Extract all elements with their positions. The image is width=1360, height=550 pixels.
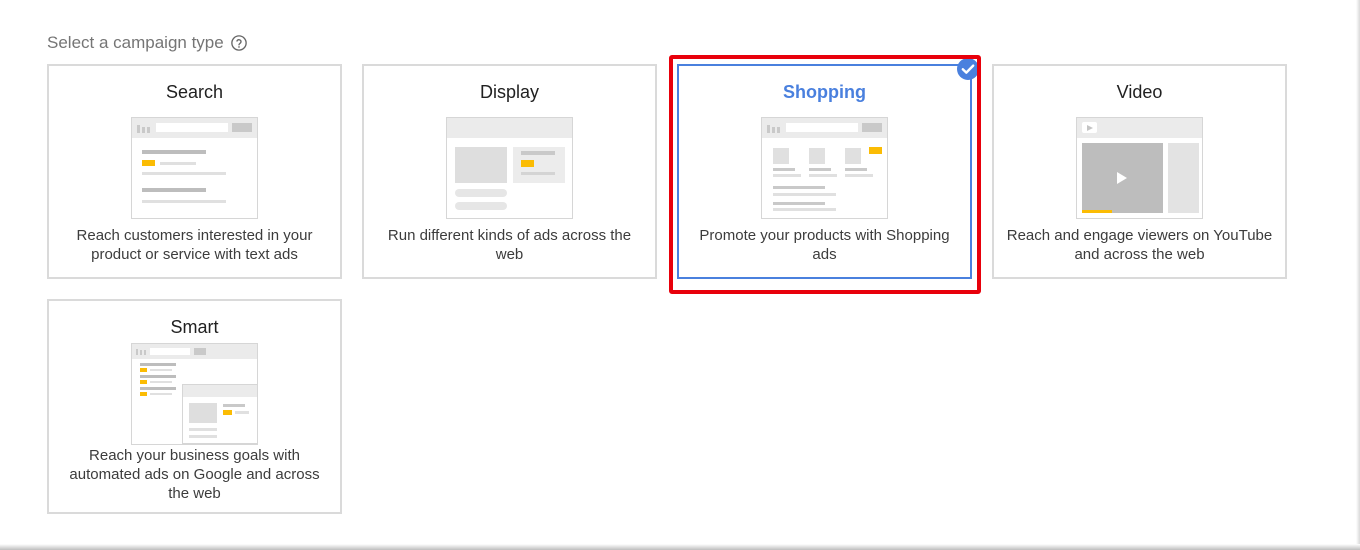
card-title: Smart — [170, 317, 219, 337]
campaign-card-search[interactable]: Search Reach customers interested in you… — [47, 64, 342, 279]
card-description: Run different kinds of ads across the we… — [387, 227, 632, 263]
selected-check-icon — [957, 58, 979, 80]
page-bottom-shadow — [0, 544, 1360, 550]
display-illustration — [446, 117, 573, 219]
campaign-card-smart[interactable]: Smart Reach your business goals with aut… — [47, 299, 342, 514]
campaign-card-display[interactable]: Display Run different kinds of ads acros… — [362, 64, 657, 279]
smart-illustration — [131, 343, 258, 445]
search-illustration — [131, 117, 258, 219]
video-illustration — [1076, 117, 1203, 219]
shopping-illustration — [761, 117, 888, 219]
campaign-type-heading: Select a campaign type — [47, 33, 248, 53]
play-icon — [1117, 172, 1127, 184]
card-title: Search — [165, 82, 224, 102]
card-description: Promote your products with Shopping ads — [699, 227, 950, 263]
card-title: Shopping — [783, 82, 866, 102]
page-edge-shadow — [1356, 0, 1360, 550]
campaign-card-shopping[interactable]: Shopping Promote your products with Shop… — [677, 64, 972, 279]
card-description: Reach your business goals with automated… — [69, 447, 320, 502]
heading-label: Select a campaign type — [47, 33, 224, 52]
help-circle-icon[interactable] — [230, 34, 248, 52]
card-title: Video — [1116, 82, 1163, 102]
card-description: Reach and engage viewers on YouTube and … — [1006, 227, 1273, 263]
card-description: Reach customers interested in your produ… — [76, 227, 313, 263]
card-title: Display — [479, 82, 540, 102]
campaign-card-video[interactable]: Video Reach and engage viewers on YouTub… — [992, 64, 1287, 279]
